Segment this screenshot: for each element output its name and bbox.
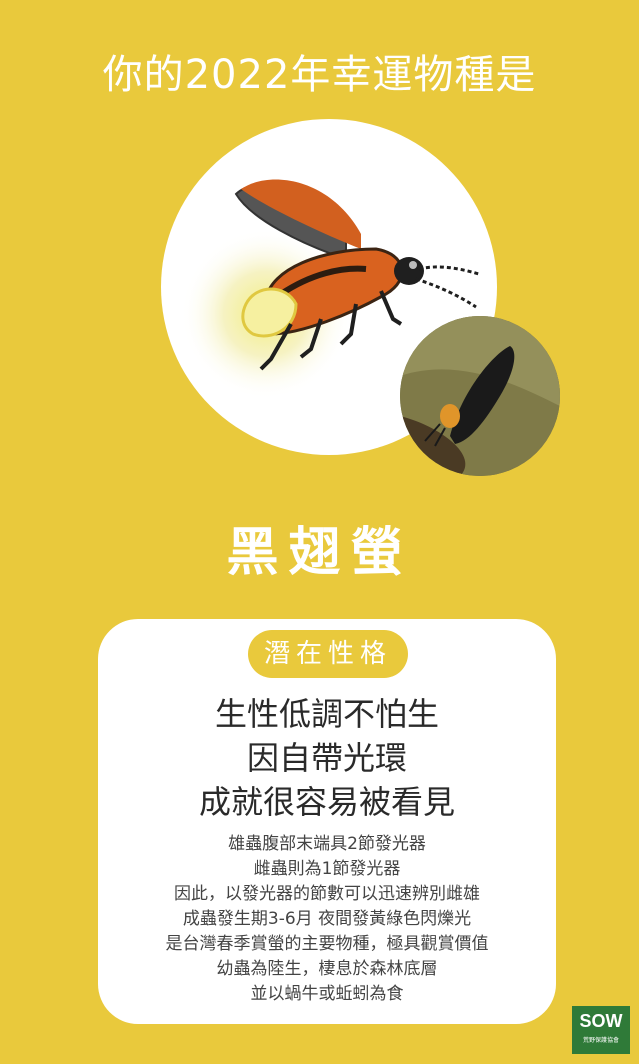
personality-badge: 潛在性格	[248, 630, 408, 678]
personality-line: 成就很容易被看見	[198, 783, 455, 821]
description-line: 是台灣春季賞螢的主要物種，極具觀賞價值	[165, 934, 489, 954]
species-description: 雄蟲腹部末端具2節發光器 雌蟲則為1節發光器 因此，以發光器的節數可以迅速辨別雌…	[98, 832, 556, 1007]
personality-text: 生性低調不怕生 因自帶光環 成就很容易被看見	[98, 692, 556, 824]
description-line: 並以蝸牛或蚯蚓為食	[250, 984, 404, 1004]
firefly-eye	[409, 261, 417, 269]
personality-line: 因自帶光環	[246, 739, 407, 777]
personality-line: 生性低調不怕生	[214, 695, 439, 733]
description-line: 幼蟲為陸生，棲息於森林底層	[216, 959, 438, 979]
firefly-antenna-top	[418, 265, 480, 276]
firefly-leg	[379, 290, 403, 326]
firefly-antenna-bottom	[415, 277, 477, 309]
firefly-photo-drawing	[400, 316, 560, 476]
description-line: 雌蟲則為1節發光器	[253, 859, 401, 879]
photo-firefly-head	[440, 404, 460, 428]
logo-mark: SOW	[579, 1011, 623, 1031]
description-line: 因此，以發光器的節數可以迅速辨別雌雄	[174, 884, 480, 904]
species-name: 黑翅螢	[226, 523, 413, 583]
page-title: 你的2022年幸運物種是	[102, 52, 537, 98]
sow-logo: SOW 荒野保護協會	[572, 1006, 630, 1054]
logo-subtitle: 荒野保護協會	[582, 1037, 619, 1044]
firefly-photo	[400, 316, 560, 476]
description-line: 雄蟲腹部末端具2節發光器	[228, 834, 426, 854]
description-line: 成蟲發生期3-6月 夜間發黃綠色閃爍光	[182, 909, 472, 929]
